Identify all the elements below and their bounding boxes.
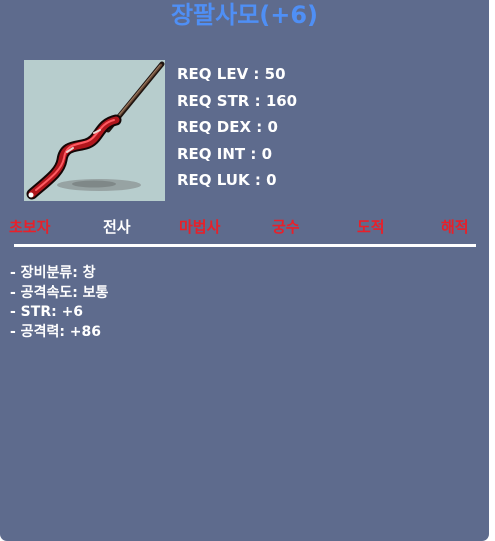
stat-str: - STR: +6 <box>10 304 84 320</box>
req-luk: REQ LUK : 0 <box>177 171 277 189</box>
stat-attack-speed: - 공격속도: 보통 <box>10 284 109 301</box>
stat-attack: - 공격력: +86 <box>10 323 102 340</box>
background-strip <box>489 0 495 541</box>
stat-category: - 장비분류: 창 <box>10 265 96 281</box>
job-warrior: 전사 <box>103 218 131 236</box>
item-stats: - 장비분류: 창 - 공격속도: 보통 - STR: +6 - 공격력: +8… <box>10 264 108 342</box>
job-beginner: 초보자 <box>9 218 51 236</box>
req-str: REQ STR : 160 <box>177 91 298 110</box>
req-int: REQ INT : 0 <box>177 144 273 163</box>
item-tooltip: 장팔사모(+6) REQ LEV : 50 REQ STR : 160 REQ … <box>0 0 489 541</box>
spear-icon <box>26 61 165 200</box>
req-level: REQ LEV : 50 <box>177 65 286 83</box>
req-dex: REQ DEX : 0 <box>177 118 278 136</box>
job-row: 초보자 전사 마법사 궁수 도적 해적 <box>0 216 489 238</box>
divider <box>14 244 476 247</box>
job-pirate: 해적 <box>441 218 469 236</box>
job-archer: 궁수 <box>272 218 300 236</box>
item-icon-box <box>24 60 165 201</box>
item-title: 장팔사모(+6) <box>170 1 319 29</box>
job-magician: 마법사 <box>179 218 221 236</box>
job-thief: 도적 <box>357 218 385 236</box>
requirements-list: REQ LEV : 50 REQ STR : 160 REQ DEX : 0 R… <box>177 61 297 194</box>
